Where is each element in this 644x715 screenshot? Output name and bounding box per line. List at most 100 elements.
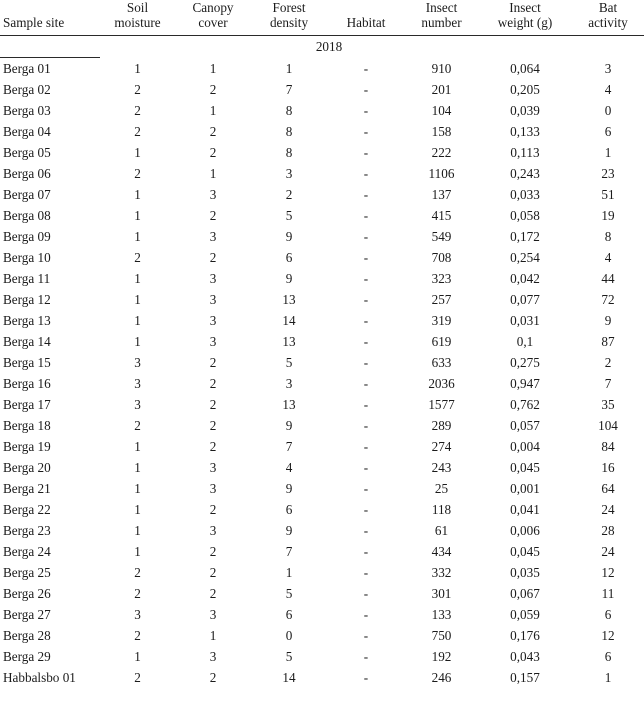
cell-insect_w: 0,031 [510, 312, 540, 328]
cell-site: Berga 24 [3, 543, 51, 559]
cell-insect_w: 0,1 [516, 333, 534, 349]
cell-canopy: 2 [209, 207, 217, 223]
cell-site: Berga 22 [3, 501, 51, 517]
table-row[interactable]: Berga 12 1 3 13-257 0,077 72 [0, 289, 644, 310]
table-row[interactable]: Berga 29 1 3 5 - 192 0,043 6 [0, 646, 644, 667]
cell-forest: 9 [285, 270, 293, 286]
cell-soil: 1 [134, 480, 141, 496]
table-row[interactable]: Berga 03 2 1 8 - 104 0,039 0 [0, 100, 644, 121]
cell-habitat: - [363, 627, 369, 643]
cell-forest: 8 [285, 123, 293, 139]
table-row[interactable]: Habbalsbo 01 2 2 14 - 246 0,157 1 [0, 667, 644, 688]
cell-insect_w: 0,176 [510, 627, 540, 643]
cell-soil: 3 [134, 354, 141, 370]
cell-habitat: - [363, 207, 369, 223]
cell-forest: 9 [285, 480, 293, 496]
table-row[interactable]: Berga 13 1 3 14 - 319 0,031 9 [0, 310, 644, 331]
cell-forest: 14 [282, 312, 296, 328]
table-row[interactable]: Berga 02 2 2 7 - 201 0,205 4 [0, 79, 644, 100]
cell-site: Berga 21 [3, 480, 51, 496]
cell-habitat: - [363, 375, 369, 391]
table-row[interactable]: Berga 16 3 2 3 - 2036 0,947 7 [0, 373, 644, 394]
table-row[interactable]: Berga 24 1 2 7 - 434 0,045 24 [0, 541, 644, 562]
cell-insect_w: 0,077 [510, 291, 540, 307]
cell-habitat: - [363, 459, 369, 475]
cell-forest: 6 [285, 606, 293, 622]
cell-site: Berga 29 [3, 648, 51, 664]
table-row[interactable]: Berga 09 1 3 9 - 549 0,172 8 [0, 226, 644, 247]
cell-canopy: 2 [209, 81, 217, 97]
cell-habitat: - [363, 249, 369, 265]
cell-soil: 1 [134, 291, 141, 307]
table-row[interactable]: Berga 20 1 3 4 - 243 0,045 16 [0, 457, 644, 478]
cell-forest: 5 [285, 648, 293, 664]
table-row[interactable]: Berga 25 2 2 1 - 332 0,035 12 [0, 562, 644, 583]
cell-bat: 2 [604, 354, 612, 370]
column-header-forest-line-1: density [269, 14, 309, 30]
cell-insect_w: 0,057 [510, 417, 540, 433]
cell-site: Berga 12 [3, 291, 51, 307]
cell-bat: 1 [604, 144, 612, 160]
cell-canopy: 2 [209, 585, 217, 601]
cell-insect_n: 257 [431, 291, 452, 307]
column-header-insect_w: Insect weight (g) [478, 0, 572, 36]
cell-canopy: 1 [209, 102, 217, 118]
cell-habitat: - [363, 270, 369, 286]
table-row[interactable]: Berga 04 2 2 8 - 158 0,133 6 [0, 121, 644, 142]
column-header-soil-line-0: Soil [126, 0, 149, 15]
column-header-insect_n: Insect number [405, 0, 478, 36]
cell-insect_w: 0,243 [510, 165, 540, 181]
cell-bat: 8 [604, 228, 612, 244]
cell-insect_w: 0,059 [510, 606, 540, 622]
table-row[interactable]: Berga 06 2 1 3 - 1106 0,243 23 [0, 163, 644, 184]
table-row[interactable]: Berga 15 3 2 5 - 633 0,275 2 [0, 352, 644, 373]
cell-insect_w: 0,045 [510, 543, 540, 559]
table-row[interactable]: Berga 19 1 2 7 - 274 0,004 84 [0, 436, 644, 457]
table-row[interactable]: Berga 26 2 2 5 - 301 0,067 11 [0, 583, 644, 604]
cell-bat: 3 [604, 60, 612, 76]
table-row[interactable]: Berga 21 1 3 9 - 25 0,001 64 [0, 478, 644, 499]
cell-bat: 16 [601, 459, 615, 475]
cell-forest: 9 [285, 417, 293, 433]
cell-bat: 28 [601, 522, 615, 538]
table-row[interactable]: Berga 07 1 3 2 - 137 0,033 51 [0, 184, 644, 205]
table-row[interactable]: Berga 10 2 2 6 - 708 0,254 4 [0, 247, 644, 268]
table-row[interactable]: Berga 14 1 3 13-619 0,1 87 [0, 331, 644, 352]
table-row[interactable]: Berga 18 2 2 9 - 289 0,057 104 [0, 415, 644, 436]
table-row[interactable]: Berga 28 2 1 0 - 750 0,176 12 [0, 625, 644, 646]
cell-soil: 3 [134, 375, 141, 391]
table-row[interactable]: Berga 22 1 2 6 - 118 0,041 24 [0, 499, 644, 520]
cell-site: Berga 27 [3, 606, 51, 622]
table-row[interactable]: Berga 01 1 1 1 - 910 0,064 3 [0, 58, 644, 79]
cell-soil: 2 [134, 669, 141, 685]
cell-bat: 23 [601, 165, 615, 181]
cell-forest: 5 [285, 585, 293, 601]
table-row[interactable]: Berga 08 1 2 5 - 415 0,058 19 [0, 205, 644, 226]
cell-insect_n: 104 [431, 102, 452, 118]
cell-canopy: 2 [209, 354, 217, 370]
cell-canopy: 3 [209, 270, 217, 286]
table-row[interactable]: Berga 11 1 3 9 - 323 0,042 44 [0, 268, 644, 289]
cell-forest: 6 [285, 249, 293, 265]
cell-site: Berga 15 [3, 354, 51, 370]
column-header-bat-line-1: activity [588, 14, 628, 30]
cell-site: Berga 11 [3, 270, 51, 286]
table-row[interactable]: Berga 23 1 3 9 - 61 0,006 28 [0, 520, 644, 541]
cell-habitat: - [363, 417, 369, 433]
column-header-soil: Soil moisture [100, 0, 175, 36]
cell-soil: 2 [134, 123, 141, 139]
table-row[interactable]: Berga 17 3 2 13 - 1577 0,762 35 [0, 394, 644, 415]
cell-bat: 51 [601, 186, 615, 202]
table-row[interactable]: Berga 27 3 3 6 - 133 0,059 6 [0, 604, 644, 625]
cell-bat: 24 [601, 501, 615, 517]
cell-bat: 64 [601, 480, 615, 496]
cell-soil: 2 [134, 627, 141, 643]
cell-soil: 1 [134, 186, 141, 202]
cell-forest: 5 [285, 354, 293, 370]
cell-bat: 104 [598, 417, 618, 433]
cell-insect_w: 0,113 [510, 144, 540, 160]
table-row[interactable]: Berga 05 1 2 8 - 222 0,113 1 [0, 142, 644, 163]
cell-habitat: - [363, 165, 369, 181]
cell-insect_w: 0,947 [510, 375, 540, 391]
cell-insect_n: 222 [431, 144, 452, 160]
